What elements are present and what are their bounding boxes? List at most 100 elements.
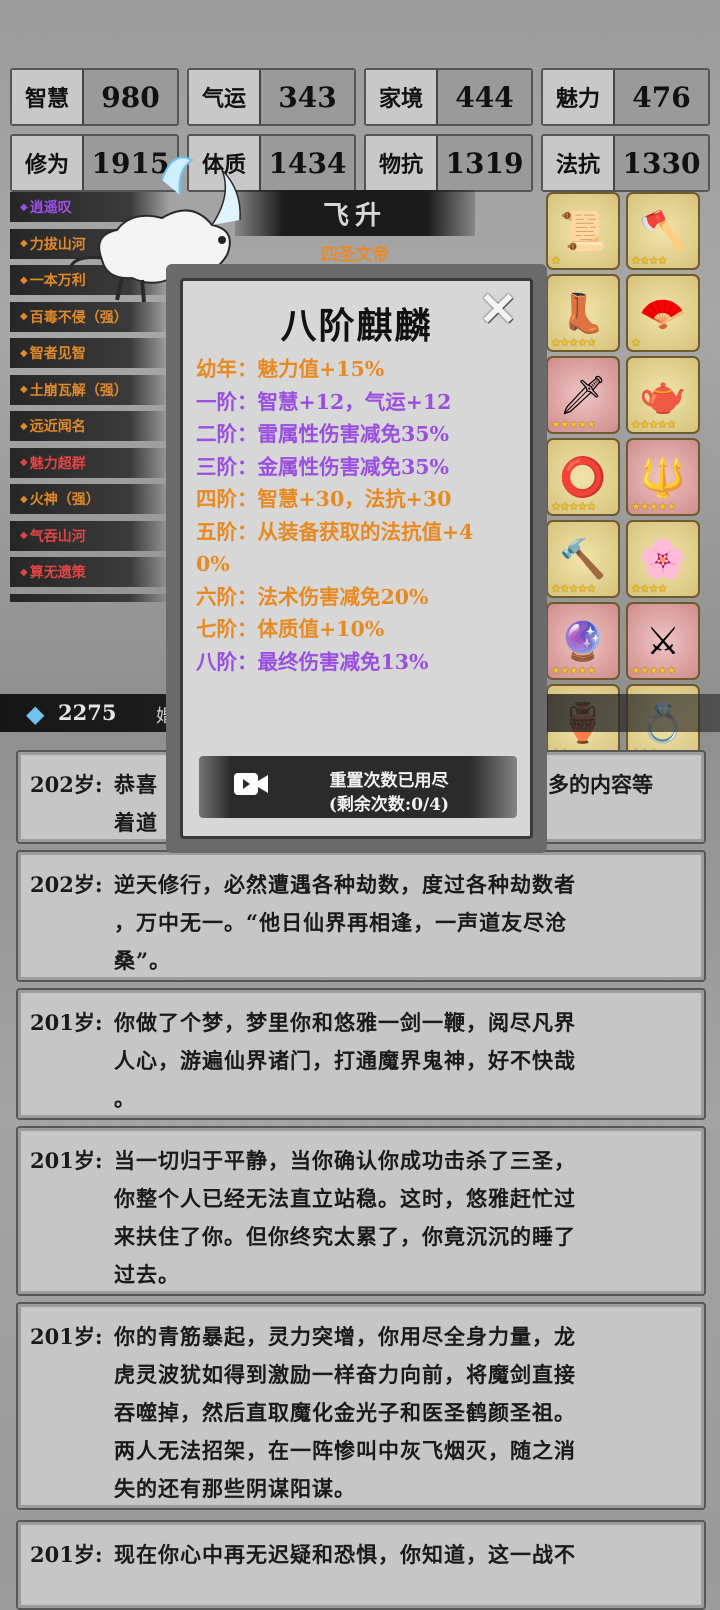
- equipment-slot[interactable]: 🔮 ★★★★★: [546, 602, 620, 680]
- entry-text: 逆天修行，必然遭遇各种劫数，度过各种劫数者 ，万中无一。“他日仙界再相逢，一声道…: [114, 866, 576, 973]
- trait-item[interactable]: ◆ 远近闻名: [10, 411, 170, 441]
- entry-text: 你做了个梦，梦里你和悠雅一剑一鞭，阅尽凡界 人心，游遍仙界诸门，打通魔界鬼神，好…: [114, 1004, 576, 1111]
- trait-label: 土崩瓦解（强）: [29, 382, 128, 399]
- stat-value: 444: [438, 70, 531, 124]
- level-line: 六阶：法术伤害减免20%: [196, 584, 429, 609]
- star-rating: ★★★★★: [631, 664, 676, 677]
- stat-value: 476: [615, 70, 708, 124]
- diamond-icon: ◆: [20, 493, 28, 505]
- reset-button[interactable]: 重置次数已用尽 (剩余次数:0/4): [199, 756, 517, 818]
- spear-icon: 🔱: [639, 454, 687, 499]
- star-rating: ★★★★★: [551, 500, 596, 513]
- entry-age: 201岁:: [30, 1148, 103, 1173]
- level-line: 五阶：从装备获取的法抗值+4: [196, 519, 474, 544]
- equipment-slot[interactable]: ⭕ ★★★★★: [546, 438, 620, 516]
- level-line: 二阶：雷属性伤害减免35%: [196, 422, 450, 446]
- fan-icon: 🪭: [639, 290, 687, 335]
- level-line: 一阶：智慧+12，气运+12: [196, 389, 452, 414]
- equipment-slot[interactable]: 🗡 ★★★★★: [546, 356, 620, 434]
- pet-detail-dialog: 八阶麒麟 ✕ 幼年：魅力值+15% 一阶：智慧+12，气运+12 二阶：雷属性伤…: [166, 264, 547, 853]
- trait-item[interactable]: ◆ 智者见智: [10, 338, 170, 368]
- entry-line: 失的还有那些阴谋阳谋。: [114, 1476, 356, 1501]
- equipment-slot[interactable]: 🪓 ★★★★: [626, 192, 700, 270]
- entry-line: 吞噬掉，然后直取魔化金光子和医圣鹤颜圣祖。: [114, 1400, 576, 1425]
- story-entry: 202岁: 逆天修行，必然遭遇各种劫数，度过各种劫数者 ，万中无一。“他日仙界再…: [16, 850, 706, 982]
- level-line: 八阶：最终伤害减免13%: [196, 649, 429, 674]
- entry-age: 202岁:: [30, 772, 103, 797]
- stat-label: 法抗: [543, 136, 615, 190]
- trait-item[interactable]: ◆ 气吞山河: [10, 520, 170, 551]
- entry-text-tail: 多的内容等: [548, 772, 653, 797]
- entry-line: 虎灵波犹如得到激励一样奋力向前，将魔剑直接: [114, 1362, 576, 1387]
- entry-text: 现在你心中再无迟疑和恐惧，你知道，这一战不: [114, 1536, 576, 1596]
- trait-item[interactable]: ◆ 土崩瓦解（强）: [10, 374, 170, 405]
- level-line: 七阶：体质值+10%: [196, 617, 385, 641]
- entry-age: 201岁:: [30, 1010, 103, 1035]
- crystal-icon: ◆: [26, 700, 45, 728]
- diamond-icon: ◆: [20, 201, 28, 213]
- equipment-slot[interactable]: 👢 ★★★★★: [546, 274, 620, 352]
- stat-label: 家境: [366, 70, 438, 124]
- stat-value: 343: [261, 70, 354, 124]
- trait-item[interactable]: ◆ 火神（强）: [10, 484, 170, 514]
- star-rating: ★★★★: [631, 582, 667, 595]
- entry-line: 当一切归于平静，当你确认你成功击杀了三圣，: [114, 1148, 576, 1173]
- trait-label: 智者见智: [29, 346, 86, 362]
- equipment-slot[interactable]: 🔨 ★★★★★: [546, 520, 620, 598]
- equipment-slot[interactable]: ⚔ ★★★★★: [626, 602, 700, 680]
- star-rating: ★★★★★: [551, 664, 596, 677]
- entry-text: 恭喜 着道: [114, 766, 158, 835]
- entry-line: 。: [114, 1086, 136, 1111]
- reset-remaining-label: (剩余次数:0/4): [328, 795, 450, 815]
- star-rating: ★: [551, 254, 561, 267]
- diamond-icon: ◆: [20, 530, 28, 541]
- star-rating: ★★★★: [631, 254, 667, 267]
- diamond-icon: ◆: [20, 384, 28, 395]
- trait-item[interactable]: ◆ 魅力超群: [10, 447, 170, 478]
- diamond-icon: ◆: [20, 274, 28, 286]
- stat-label: 物抗: [366, 136, 438, 190]
- boots-icon: 👢: [559, 290, 607, 335]
- entry-line: 你的青筋暴起，灵力突增，你用尽全身力量，龙: [114, 1324, 576, 1349]
- story-entry: 201岁: 当一切归于平静，当你确认你成功击杀了三圣， 你整个人已经无法直立站稳…: [16, 1126, 706, 1296]
- level-line: 三阶：金属性伤害减免35%: [196, 454, 450, 479]
- story-entry: 201岁: 现在你心中再无迟疑和恐惧，你知道，这一战不: [16, 1520, 706, 1610]
- stat-value: 980: [84, 70, 177, 124]
- star-rating: ★★★★★: [631, 500, 676, 513]
- crystal-count: 2275: [58, 700, 117, 725]
- equipment-slot[interactable]: 🌸 ★★★★: [626, 520, 700, 598]
- entry-line: 过去。: [114, 1262, 180, 1287]
- stat-value: 1434: [261, 136, 354, 190]
- level-line: 幼年：魅力值+15%: [196, 357, 385, 381]
- stat-luck: 气运 343: [187, 68, 356, 126]
- mirror-icon: 🔮: [559, 618, 607, 663]
- ascension-banner: 飞升: [235, 190, 475, 236]
- equipment-slot[interactable]: 📜 ★: [546, 192, 620, 270]
- stat-label: 智慧: [12, 70, 84, 124]
- star-rating: ★★★★★: [631, 418, 676, 431]
- entry-line: 桑”。: [114, 948, 172, 973]
- entry-line: 你整个人已经无法直立站稳。这时，悠雅赶忙过: [114, 1186, 576, 1211]
- close-icon[interactable]: ✕: [476, 286, 520, 333]
- equipment-slot[interactable]: 🪭 ★: [626, 274, 700, 352]
- trait-item[interactable]: ◆ 算无遗策: [10, 557, 170, 587]
- star-rating: ★★★★★: [551, 418, 596, 431]
- stat-magic-resist: 法抗 1330: [541, 134, 710, 192]
- entry-text: 当一切归于平静，当你确认你成功击杀了三圣， 你整个人已经无法直立站稳。这时，悠雅…: [114, 1142, 576, 1287]
- axe-icon: 🪓: [639, 208, 687, 253]
- equipment-slot[interactable]: 🔱 ★★★★★: [626, 438, 700, 516]
- equipment-slot[interactable]: 🫖 ★★★★★: [626, 356, 700, 434]
- diamond-icon: ◆: [20, 457, 28, 468]
- entry-age: 201岁:: [30, 1324, 103, 1349]
- stat-family: 家境 444: [364, 68, 533, 126]
- star-rating: ★★★★★: [551, 336, 596, 349]
- diamond-icon: ◆: [20, 566, 28, 578]
- trait-item[interactable]: ◆: [10, 593, 170, 602]
- entry-line: 两人无法招架，在一阵惨叫中灰飞烟灭，随之消: [114, 1438, 576, 1463]
- entry-line: 来扶住了你。但你终究太累了，你竟沉沉的睡了: [114, 1224, 576, 1249]
- trait-label: 算无遗策: [29, 565, 86, 581]
- star-rating: ★★★★★: [551, 582, 596, 595]
- level-line: 0%: [196, 552, 230, 576]
- entry-text: 你的青筋暴起，灵力突增，你用尽全身力量，龙 虎灵波犹如得到激励一样奋力向前，将魔…: [114, 1318, 576, 1501]
- scroll-icon: 📜: [559, 208, 607, 253]
